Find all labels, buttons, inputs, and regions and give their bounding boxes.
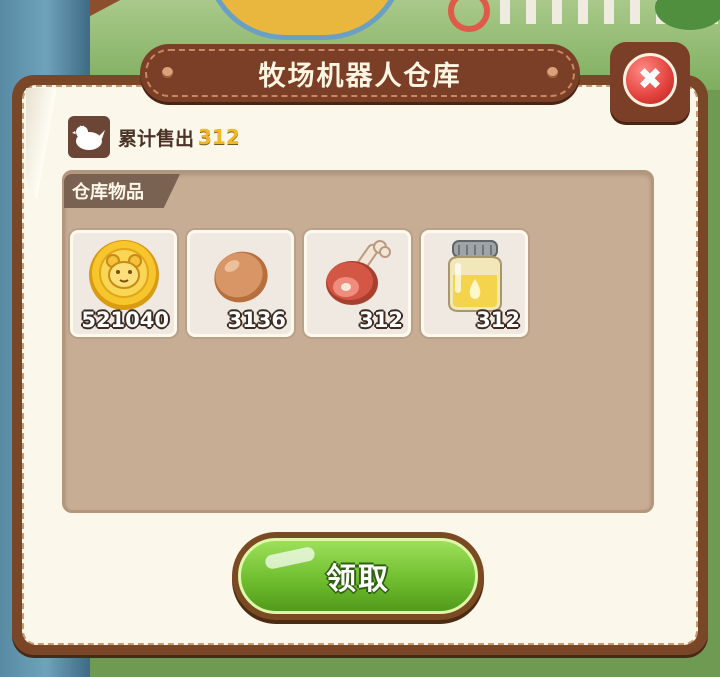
item-count: 312 <box>359 308 403 332</box>
item-slot-gold-coin[interactable]: 521040 <box>70 230 177 337</box>
meat-drumstick-icon <box>318 235 398 319</box>
chicken-icon <box>68 116 110 158</box>
item-count: 3136 <box>227 308 286 332</box>
close-button[interactable]: ✖ <box>610 42 690 122</box>
title-banner: 牧场机器人仓库 <box>140 44 580 102</box>
item-slot-jar[interactable]: 312 <box>421 230 528 337</box>
item-slot-egg[interactable]: 3136 <box>187 230 294 337</box>
item-count: 521040 <box>81 308 169 332</box>
rivet-icon <box>547 67 558 78</box>
jar-icon <box>437 235 513 319</box>
sold-counter: 累计售出 312 <box>68 116 240 158</box>
dialog-title: 牧场机器人仓库 <box>258 60 462 92</box>
claim-label: 领取 <box>326 562 390 597</box>
page-curl-decoration <box>26 88 60 208</box>
warehouse-tab: 仓库物品 <box>64 174 180 208</box>
claim-button-face[interactable]: 领取 <box>238 538 478 614</box>
claim-button[interactable]: 领取 <box>232 532 484 620</box>
sold-label: 累计售出 <box>118 127 195 150</box>
warehouse-panel <box>62 170 654 513</box>
sold-value: 312 <box>198 125 240 149</box>
egg-icon <box>206 240 276 314</box>
item-slot-meat[interactable]: 312 <box>304 230 411 337</box>
gold-coin-icon <box>86 237 162 317</box>
item-count: 312 <box>476 308 520 332</box>
button-shine <box>264 545 316 571</box>
close-x-icon[interactable]: ✖ <box>623 53 677 107</box>
item-grid: 521040 3136 312 312 <box>70 230 528 337</box>
rivet-icon <box>162 67 173 78</box>
